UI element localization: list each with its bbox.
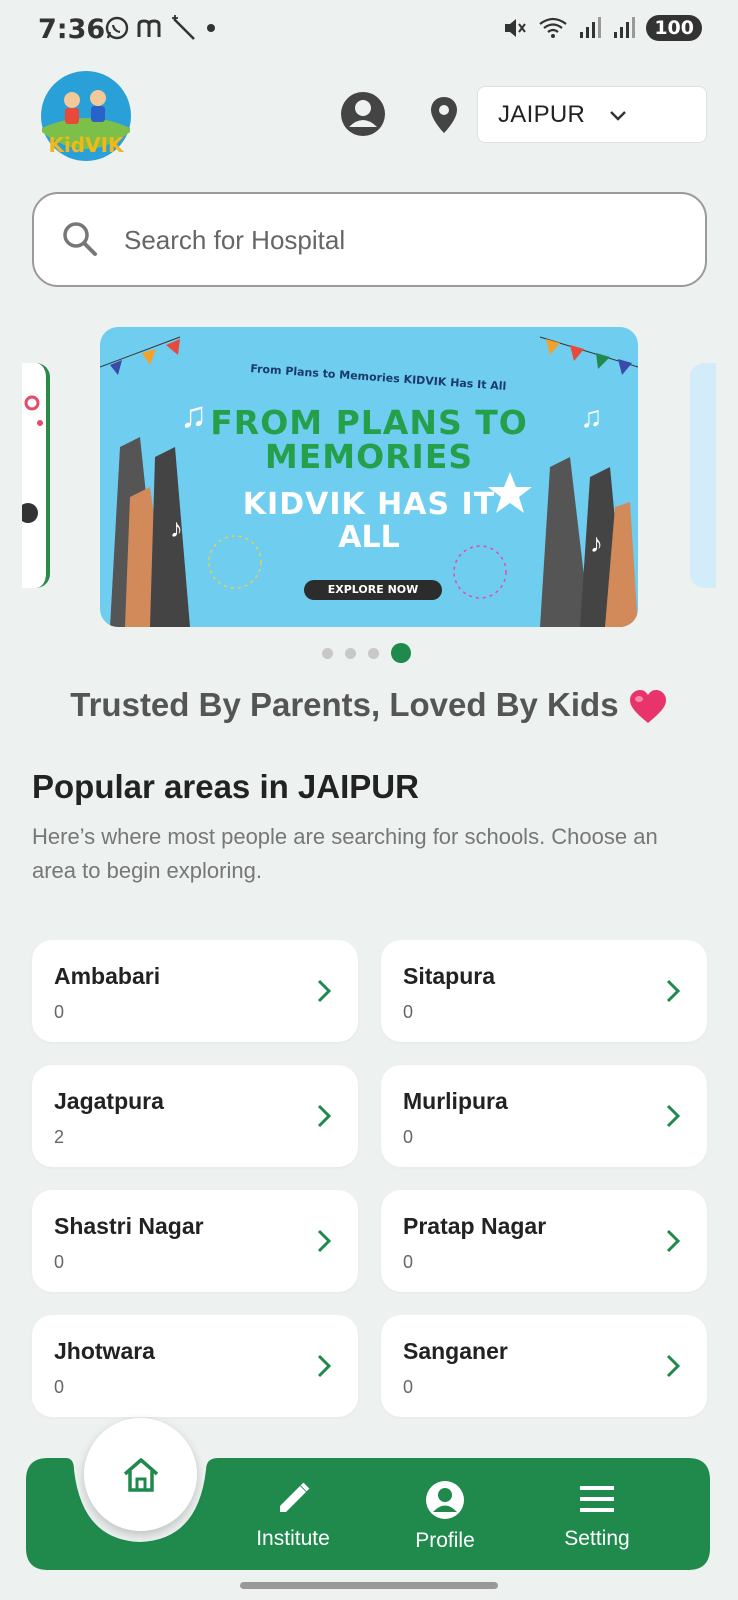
banner-headline-2: MEMORIES bbox=[264, 437, 474, 476]
area-count: 0 bbox=[54, 1002, 65, 1022]
chevron-right-icon bbox=[666, 979, 681, 1003]
chevron-right-icon bbox=[666, 1104, 681, 1128]
area-name: Pratap Nagar bbox=[403, 1213, 547, 1239]
popular-areas-description: Here’s where most people are searching f… bbox=[32, 824, 658, 883]
area-card[interactable]: Sanganer 0 bbox=[381, 1315, 707, 1417]
mute-icon bbox=[505, 19, 527, 37]
area-name: Ambabari bbox=[54, 963, 161, 989]
pencil-icon bbox=[280, 1482, 310, 1512]
popular-areas-title: Popular areas in JAIPUR bbox=[32, 768, 419, 805]
area-name: Sanganer bbox=[403, 1338, 508, 1364]
banner-carousel[interactable]: ♫ ♫ ♪ ♪ From Plans to Memories KIDVIK Ha… bbox=[22, 325, 716, 630]
system-icons: 100 bbox=[502, 15, 702, 41]
area-card[interactable]: Pratap Nagar 0 bbox=[381, 1190, 707, 1292]
whatsapp-icon bbox=[105, 16, 129, 40]
area-name: Sitapura bbox=[403, 963, 496, 989]
chevron-down-icon bbox=[610, 111, 626, 121]
area-card[interactable]: Jagatpura 2 bbox=[32, 1065, 358, 1167]
account-icon[interactable] bbox=[340, 91, 386, 137]
nav-label: Institute bbox=[256, 1527, 330, 1550]
banner-headline-4: ALL bbox=[338, 520, 400, 555]
area-card[interactable]: Sitapura 0 bbox=[381, 940, 707, 1042]
nav-item-institute[interactable]: Institute bbox=[228, 1480, 358, 1551]
svg-text:KidVIK: KidVIK bbox=[48, 133, 125, 157]
search-input[interactable] bbox=[124, 218, 644, 262]
carousel-dot[interactable] bbox=[368, 647, 379, 659]
wifi-icon bbox=[539, 17, 567, 38]
carousel-dot-active[interactable] bbox=[391, 643, 411, 663]
nav-item-setting[interactable]: Setting bbox=[532, 1480, 662, 1551]
explore-now-button[interactable]: EXPLORE NOW bbox=[304, 580, 442, 600]
area-card[interactable]: Ambabari 0 bbox=[32, 940, 358, 1042]
chevron-right-icon bbox=[317, 979, 332, 1003]
trusted-text: Trusted By Parents, Loved By Kids bbox=[70, 686, 619, 723]
area-card[interactable]: Shastri Nagar 0 bbox=[32, 1190, 358, 1292]
carousel-dot[interactable] bbox=[345, 647, 356, 659]
city-value: JAIPUR bbox=[498, 100, 586, 128]
nav-label: Profile bbox=[415, 1529, 475, 1552]
area-count: 2 bbox=[54, 1127, 65, 1147]
carousel-next-card[interactable] bbox=[690, 363, 716, 588]
area-name: Jhotwara bbox=[54, 1338, 155, 1364]
area-count: 0 bbox=[403, 1377, 414, 1397]
trusted-tagline: Trusted By Parents, Loved By Kids bbox=[0, 686, 738, 725]
m-app-icon bbox=[137, 19, 161, 37]
area-count: 0 bbox=[54, 1377, 65, 1397]
signal-icon-2 bbox=[614, 17, 636, 38]
location-pin-icon[interactable] bbox=[428, 95, 460, 135]
heart-icon bbox=[629, 690, 666, 724]
area-count: 0 bbox=[403, 1252, 414, 1272]
area-name: Murlipura bbox=[403, 1088, 508, 1114]
chevron-right-icon bbox=[317, 1354, 332, 1378]
home-icon bbox=[123, 1457, 158, 1492]
kidvik-logo[interactable]: KidVIK bbox=[40, 70, 132, 162]
magic-wand-icon bbox=[172, 15, 195, 40]
area-card[interactable]: Murlipura 0 bbox=[381, 1065, 707, 1167]
area-name: Shastri Nagar bbox=[54, 1213, 204, 1239]
area-name: Jagatpura bbox=[54, 1088, 164, 1114]
battery-indicator: 100 bbox=[646, 15, 702, 41]
notification-icons bbox=[104, 14, 218, 42]
chevron-right-icon bbox=[666, 1229, 681, 1253]
nav-label: Setting bbox=[564, 1527, 630, 1550]
carousel-indicator bbox=[322, 643, 411, 663]
search-bar[interactable] bbox=[32, 192, 707, 287]
area-count: 0 bbox=[54, 1252, 65, 1272]
promo-banner[interactable]: ♫ ♫ ♪ ♪ From Plans to Memories KIDVIK Ha… bbox=[100, 327, 638, 627]
status-time: 7:36 bbox=[38, 14, 106, 45]
area-count: 0 bbox=[403, 1002, 414, 1022]
banner-headline-3: KIDVIK HAS IT bbox=[242, 487, 496, 522]
gesture-bar[interactable] bbox=[240, 1582, 498, 1589]
status-bar: 7:36 100 bbox=[0, 0, 738, 62]
area-count: 0 bbox=[403, 1127, 414, 1147]
home-button[interactable] bbox=[84, 1418, 197, 1531]
dot-icon bbox=[207, 24, 215, 32]
carousel-dot[interactable] bbox=[322, 647, 333, 659]
area-card[interactable]: Jhotwara 0 bbox=[32, 1315, 358, 1417]
account-circle-icon bbox=[426, 1481, 464, 1519]
nav-item-profile[interactable]: Profile bbox=[380, 1480, 510, 1553]
chevron-right-icon bbox=[666, 1354, 681, 1378]
search-icon bbox=[63, 222, 97, 256]
chevron-right-icon bbox=[317, 1229, 332, 1253]
signal-icon bbox=[580, 17, 602, 38]
areas-grid: Ambabari 0 Sitapura 0 Jagatpura 2 Murlip… bbox=[32, 940, 707, 1417]
carousel-prev-card[interactable] bbox=[22, 363, 50, 588]
menu-icon bbox=[580, 1486, 614, 1512]
chevron-right-icon bbox=[317, 1104, 332, 1128]
city-dropdown[interactable]: JAIPUR bbox=[477, 86, 707, 143]
